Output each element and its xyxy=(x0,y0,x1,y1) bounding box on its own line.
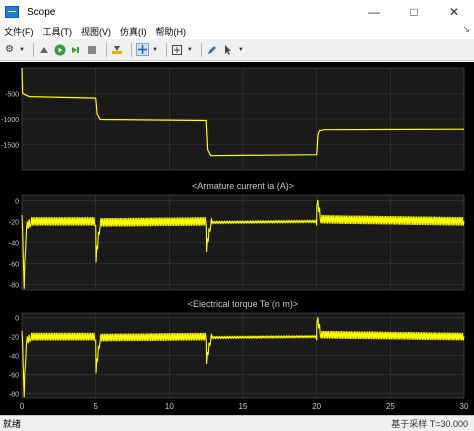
step-forward-icon-graphic xyxy=(72,46,80,53)
scope-app-icon xyxy=(5,6,19,18)
menu-help[interactable]: 帮助(H) xyxy=(156,25,187,38)
toolbar-divider xyxy=(105,42,107,57)
highlight-icon[interactable] xyxy=(111,43,124,56)
y-tick-label: -1000 xyxy=(1,117,19,124)
edit-icon[interactable] xyxy=(206,43,219,56)
x-tick-label: 5 xyxy=(93,402,98,411)
menu-file[interactable]: 文件(F) xyxy=(4,25,34,38)
menu-simulation[interactable]: 仿真(I) xyxy=(120,25,147,38)
y-tick-label: -20 xyxy=(9,335,19,342)
chevron-down-icon[interactable]: ▼ xyxy=(238,47,244,53)
y-tick-label: -20 xyxy=(9,219,19,226)
highlight-icon-graphic xyxy=(112,45,123,54)
edit-icon-graphic xyxy=(208,45,217,54)
title-bar: Scope — □ ✕ xyxy=(0,0,474,24)
cursor-icon-graphic xyxy=(225,44,232,55)
step-forward-icon[interactable] xyxy=(70,43,83,56)
run-icon[interactable] xyxy=(54,43,67,56)
status-bar: 就绪 基于采样 T=30.000 xyxy=(0,415,474,431)
x-tick-label: 15 xyxy=(239,402,248,411)
open-icon-graphic xyxy=(40,46,49,53)
status-text: 就绪 xyxy=(3,419,22,429)
menu-bar: 文件(F) 工具(T) 视图(V) 仿真(I) 帮助(H) ↘ xyxy=(0,24,474,39)
zoom-icon[interactable] xyxy=(135,43,149,56)
toolbar: ⚙ ▼ ▼ ▼ ▼ xyxy=(0,39,474,61)
fit-icon[interactable] xyxy=(171,43,184,56)
y-tick-label: -80 xyxy=(9,283,19,290)
y-tick-label: -60 xyxy=(9,262,19,269)
toolbar-divider xyxy=(32,42,34,57)
run-icon-graphic xyxy=(54,44,66,55)
y-tick-label: -500 xyxy=(5,92,19,99)
fit-icon-graphic xyxy=(172,44,183,55)
x-tick-label: 10 xyxy=(165,402,174,411)
dock-arrow-icon[interactable]: ↘ xyxy=(462,24,470,35)
y-tick-label: -60 xyxy=(9,372,19,379)
scope-plots-svg: -500 -1000 -1500 <Armature current ia (A)> 0… xyxy=(1,67,469,411)
stop-icon[interactable] xyxy=(86,43,99,56)
y-tick-label: -1500 xyxy=(1,143,19,150)
sample-time-readout: 基于采样 T=30.000 xyxy=(391,419,468,429)
maximize-button[interactable]: □ xyxy=(394,0,434,24)
x-tick-label: 20 xyxy=(312,402,321,411)
toolbar-divider xyxy=(130,42,132,57)
toolbar-divider xyxy=(165,42,167,57)
y-tick-label: -80 xyxy=(9,391,19,398)
stop-icon-graphic xyxy=(88,45,97,54)
zoom-icon-graphic xyxy=(137,45,147,54)
window-controls: — □ ✕ xyxy=(354,0,474,24)
minimize-button[interactable]: — xyxy=(354,0,394,24)
axes-2-title: <Armature current ia (A)> xyxy=(192,181,294,191)
y-tick-label: 0 xyxy=(15,198,19,205)
menu-tools[interactable]: 工具(T) xyxy=(43,25,73,38)
open-icon[interactable] xyxy=(38,43,51,56)
x-tick-label: 0 xyxy=(20,402,25,411)
cursor-icon[interactable] xyxy=(222,43,235,56)
scope-canvas: -500 -1000 -1500 <Armature current ia (A)> 0… xyxy=(0,62,474,415)
y-tick-label: -40 xyxy=(9,241,19,248)
axes-3-title: <Electrical torque Te (n m)> xyxy=(188,299,298,309)
menu-view[interactable]: 视图(V) xyxy=(81,25,111,38)
chevron-down-icon[interactable]: ▼ xyxy=(19,47,25,53)
toolbar-divider xyxy=(200,42,202,57)
chevron-down-icon[interactable]: ▼ xyxy=(187,47,193,53)
close-button[interactable]: ✕ xyxy=(434,0,474,24)
gear-icon[interactable]: ⚙ xyxy=(3,43,16,56)
x-tick-label: 30 xyxy=(460,402,469,411)
y-tick-label: 0 xyxy=(15,316,19,323)
chevron-down-icon[interactable]: ▼ xyxy=(152,47,158,53)
window-title: Scope xyxy=(27,6,56,18)
x-tick-label: 25 xyxy=(386,402,395,411)
y-tick-label: -40 xyxy=(9,354,19,361)
